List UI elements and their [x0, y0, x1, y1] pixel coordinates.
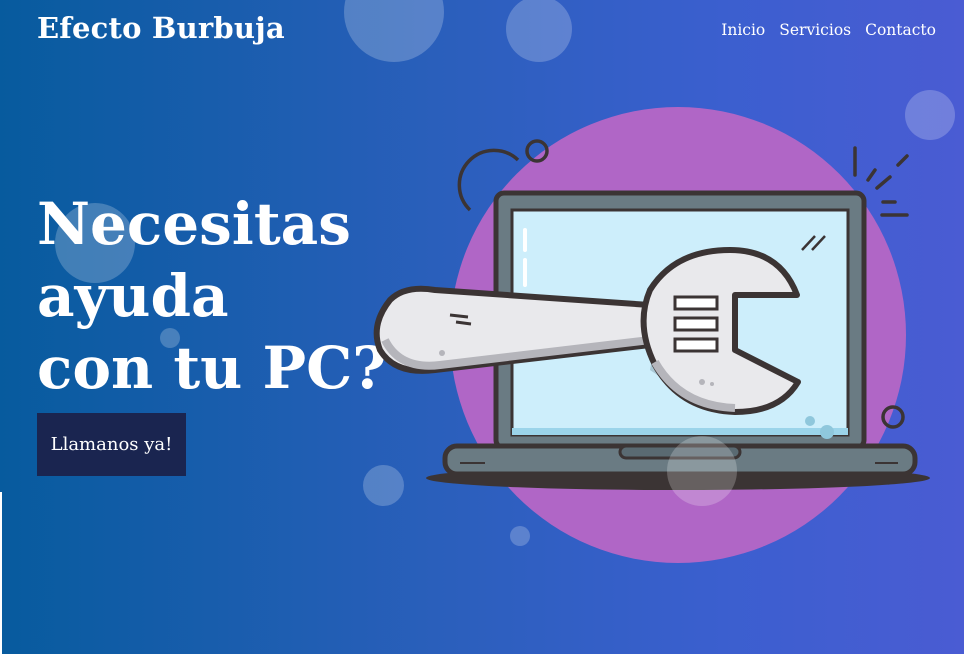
bubble — [667, 436, 737, 506]
headline-line: con tu PC? — [37, 334, 387, 402]
site-logo[interactable]: Efecto Burbuja — [37, 11, 285, 45]
nav-link-servicios[interactable]: Servicios — [779, 21, 851, 39]
call-us-button[interactable]: Llamanos ya! — [37, 413, 186, 476]
laptop-wrench-icon — [373, 107, 930, 563]
hero-section: Efecto Burbuja Inicio Servicios Contacto… — [0, 0, 964, 654]
page-edge — [0, 492, 2, 654]
bubble — [344, 0, 444, 62]
nav-link-inicio[interactable]: Inicio — [721, 21, 765, 39]
hero-headline: Necesitas ayuda con tu PC? — [37, 188, 386, 404]
headline-line: ayuda — [37, 262, 229, 330]
headline-line: Necesitas — [37, 190, 351, 258]
bubble — [506, 0, 572, 62]
nav-link-contacto[interactable]: Contacto — [865, 21, 936, 39]
main-nav: Inicio Servicios Contacto — [721, 21, 936, 39]
